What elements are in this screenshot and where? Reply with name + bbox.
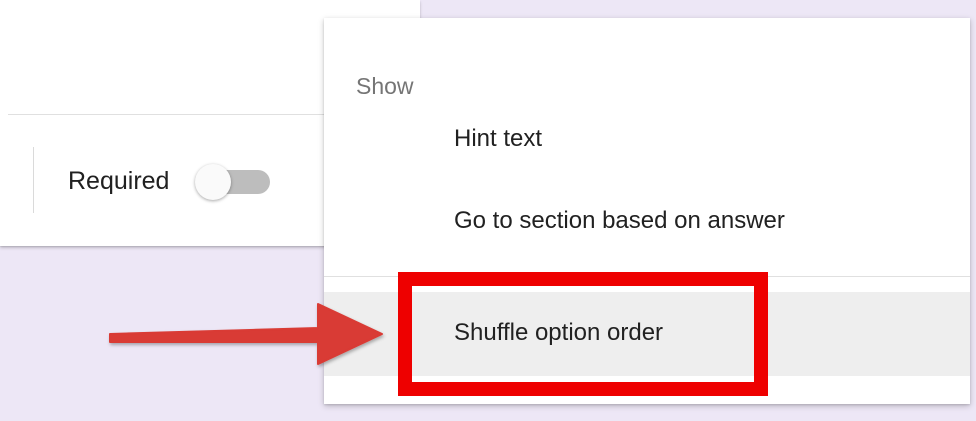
- menu-divider: [324, 276, 970, 277]
- menu-item-go-to-section[interactable]: Go to section based on answer: [454, 206, 785, 236]
- required-toggle-thumb[interactable]: [195, 164, 231, 200]
- red-arrow-icon: [109, 303, 383, 365]
- menu-section-header-show: Show: [356, 73, 414, 99]
- menu-item-hint-text[interactable]: Hint text: [454, 124, 542, 154]
- footer-vertical-divider: [33, 147, 34, 213]
- more-options-menu: Show Hint text Go to section based on an…: [324, 18, 970, 404]
- menu-item-shuffle-option-order[interactable]: Shuffle option order: [454, 318, 663, 348]
- required-label: Required: [68, 167, 170, 195]
